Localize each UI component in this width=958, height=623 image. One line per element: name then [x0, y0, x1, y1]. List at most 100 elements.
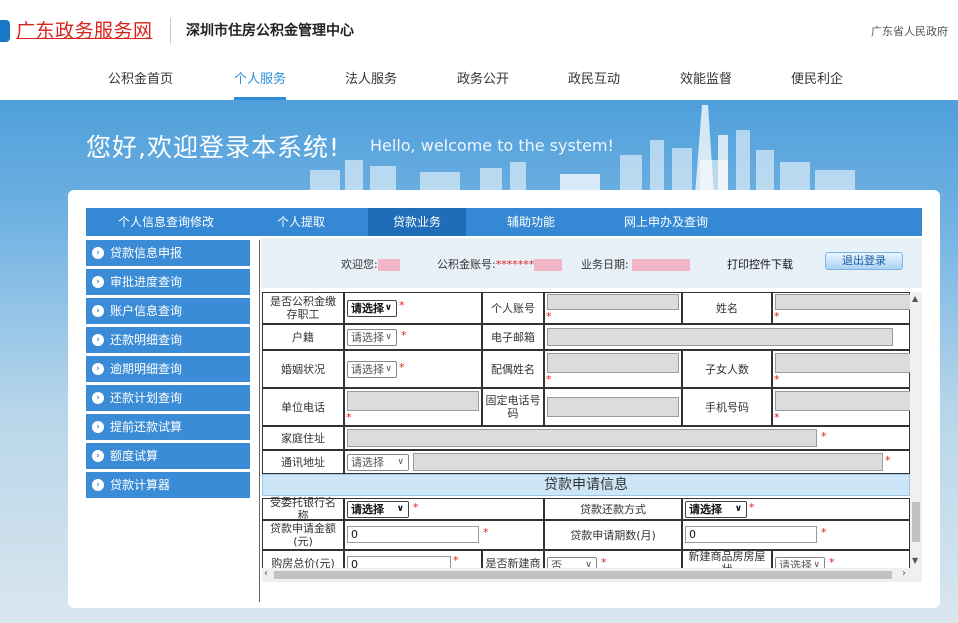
cell-home-address: * [344, 426, 910, 450]
sidebar-item-repay-detail[interactable]: › 还款明细查询 [86, 327, 250, 353]
label-is-depositor: 是否公积金缴存职工 [262, 292, 344, 324]
bank-select[interactable]: 请选择 ∨ [347, 501, 409, 518]
cell-fixed-phone [544, 388, 682, 426]
logout-button[interactable]: 退出登录 [825, 252, 903, 270]
loan-application-form: 是否公积金缴存职工 请选择 ∨ * 个人账号 * 姓名 * 户籍 请选择 ∨ * 电… [262, 292, 910, 568]
sidebar-item-calculator[interactable]: › 贷款计算器 [86, 472, 250, 498]
scroll-up-icon[interactable]: ▲ [912, 294, 918, 303]
children-field[interactable] [775, 353, 910, 373]
label-household: 户籍 [262, 324, 344, 350]
masked-date [632, 259, 691, 271]
label-home-address: 家庭住址 [262, 426, 344, 450]
sidebar-item-approval[interactable]: › 审批进度查询 [86, 269, 250, 295]
nav-item-supervision[interactable]: 效能监督 [680, 68, 732, 100]
label-marital: 婚姻状况 [262, 350, 344, 388]
nav-item-interaction[interactable]: 政民互动 [568, 68, 620, 100]
arrow-right-icon: › [92, 479, 104, 491]
label-email: 电子邮箱 [482, 324, 544, 350]
sidebar: › 贷款信息申报 › 审批进度查询 › 账户信息查询 › 还款明细查询 › 逾期明细查询 … [86, 240, 250, 501]
mailing-address-field[interactable] [413, 453, 883, 471]
label-loan-term: 贷款申请期数(月) [544, 520, 682, 550]
scroll-right-icon[interactable]: › [902, 568, 906, 579]
cell-bank-name: 请选择 ∨ * [344, 498, 544, 520]
repay-method-select[interactable]: 请选择 ∨ [685, 501, 747, 518]
cell-email [544, 324, 910, 350]
cell-loan-term: 0 * [682, 520, 910, 550]
personal-account-field[interactable] [547, 294, 679, 310]
account-label: 公积金账号:******* [437, 256, 563, 272]
cell-spouse-name: * [544, 350, 682, 388]
tab-personal-info[interactable]: 个人信息查询修改 [86, 208, 246, 236]
label-children: 子女人数 [682, 350, 772, 388]
label-house-price: 购房总价(元) [262, 550, 344, 568]
home-address-field[interactable] [347, 429, 817, 447]
masked-account [534, 259, 563, 271]
sidebar-item-account[interactable]: › 账户信息查询 [86, 298, 250, 324]
logo-icon [0, 20, 10, 42]
arrow-right-icon: › [92, 305, 104, 317]
cell-marital: 请选择 ∨ * [344, 350, 482, 388]
label-new-house-status: 新建商品房房屋状 [682, 550, 772, 568]
sidebar-item-repay-plan[interactable]: › 还款计划查询 [86, 385, 250, 411]
house-price-input[interactable]: 0 [347, 556, 451, 568]
nav-item-home[interactable]: 公积金首页 [108, 68, 173, 100]
arrow-right-icon: › [92, 363, 104, 375]
cell-mailing-address: 请选择 ∨ * [344, 450, 910, 474]
household-select[interactable]: 请选择 ∨ [347, 329, 397, 346]
work-phone-field[interactable] [347, 391, 479, 411]
label-is-new-house: 是否新建商 [482, 550, 544, 568]
gov-link[interactable]: 广东省人民政府 [871, 23, 948, 39]
cell-loan-amount: 0 * [344, 520, 544, 550]
cell-is-depositor: 请选择 ∨ * [344, 292, 482, 324]
loan-amount-input[interactable]: 0 [347, 526, 479, 543]
spouse-name-field[interactable] [547, 353, 679, 373]
cell-repay-method: 请选择 ∨ * [682, 498, 910, 520]
loan-term-input[interactable]: 0 [685, 526, 817, 543]
scroll-left-icon[interactable]: ‹ [264, 568, 268, 579]
arrow-right-icon: › [92, 421, 104, 433]
tab-withdrawal[interactable]: 个人提取 [256, 208, 346, 236]
nav-item-gov-info[interactable]: 政务公开 [457, 68, 509, 100]
label-name: 姓名 [682, 292, 772, 324]
sidebar-item-prepay[interactable]: › 提前还款试算 [86, 414, 250, 440]
new-house-status-select[interactable]: 请选择 ∨ [775, 557, 825, 568]
horizontal-scrollbar[interactable]: ‹ › [262, 568, 922, 582]
tab-online-apply[interactable]: 网上申办及查询 [606, 208, 726, 236]
mobile-field[interactable] [775, 391, 910, 411]
cell-personal-account: * [544, 292, 682, 324]
sidebar-item-quota[interactable]: › 额度试算 [86, 443, 250, 469]
cell-work-phone: * [344, 388, 482, 426]
vertical-scroll-thumb[interactable] [912, 502, 920, 542]
brand-link[interactable]: 广东政务服务网 [16, 16, 153, 43]
marital-select[interactable]: 请选择 ∨ [347, 361, 397, 378]
label-personal-account: 个人账号 [482, 292, 544, 324]
is-new-house-select[interactable]: 否 ∨ [547, 557, 597, 568]
tab-loan[interactable]: 贷款业务 [368, 208, 466, 236]
scroll-down-icon[interactable]: ▼ [912, 556, 918, 565]
top-header: 广东政务服务网 深圳市住房公积金管理中心 广东省人民政府 [0, 0, 958, 60]
arrow-right-icon: › [92, 392, 104, 404]
email-field[interactable] [547, 328, 893, 346]
horizontal-scroll-thumb[interactable] [274, 571, 892, 579]
cell-children: * [772, 350, 910, 388]
fixed-phone-field[interactable] [547, 397, 679, 417]
name-field[interactable] [775, 294, 910, 310]
cell-new-house-status: 请选择 ∨ * [772, 550, 910, 568]
nav-item-convenience[interactable]: 便民利企 [791, 68, 843, 100]
cell-is-new-house: 否 ∨ * [544, 550, 682, 568]
label-mobile: 手机号码 [682, 388, 772, 426]
nav-item-corporate[interactable]: 法人服务 [345, 68, 397, 100]
tab-auxiliary[interactable]: 辅助功能 [486, 208, 576, 236]
cell-house-price: 0 * [344, 550, 482, 568]
vertical-scrollbar[interactable]: ▲ ▼ [910, 292, 922, 568]
label-work-phone: 单位电话 [262, 388, 344, 426]
date-label: 业务日期: [581, 256, 691, 272]
user-info-bar: 欢迎您: 公积金账号:******* 业务日期: 打印控件下载 退出登录 [261, 238, 922, 288]
print-download-link[interactable]: 打印控件下载 [727, 256, 793, 272]
sidebar-item-overdue[interactable]: › 逾期明细查询 [86, 356, 250, 382]
mailing-region-select[interactable]: 请选择 ∨ [347, 454, 409, 471]
cell-household: 请选择 ∨ * [344, 324, 482, 350]
sidebar-item-loan-declare[interactable]: › 贷款信息申报 [86, 240, 250, 266]
is-depositor-select[interactable]: 请选择 ∨ [347, 300, 397, 317]
nav-item-personal[interactable]: 个人服务 [234, 68, 287, 100]
